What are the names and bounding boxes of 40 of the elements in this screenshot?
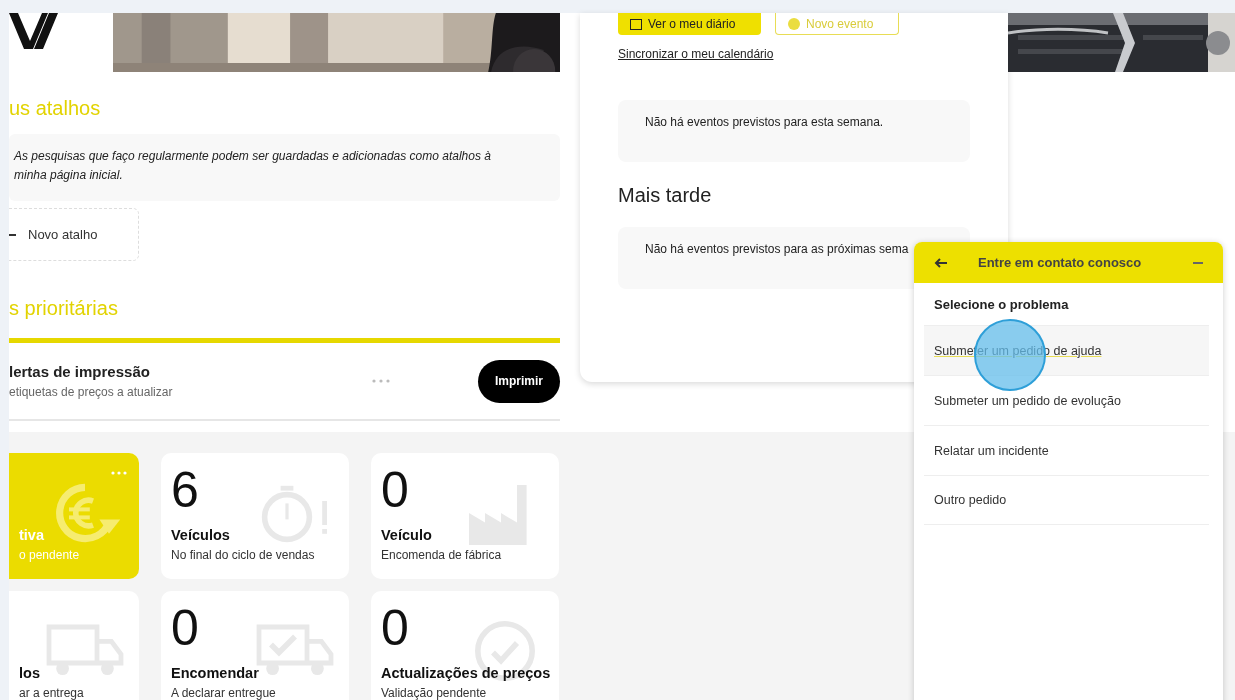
stat-count: 0 xyxy=(381,599,409,657)
problem-option[interactable]: Outro pedido xyxy=(924,475,1209,525)
stat-subtitle: No final do ciclo de vendas xyxy=(171,548,316,562)
panel-prompt: Selecione o problema xyxy=(933,296,1070,314)
alert-subtitle: etiquetas de preços a atualizar xyxy=(9,385,174,399)
stat-title: tiva xyxy=(19,527,45,543)
stat-count: 0 xyxy=(381,461,409,519)
empty-events-message: Não há eventos previstos para esta semana. xyxy=(618,100,970,162)
stat-count: 0 xyxy=(171,599,199,657)
minimize-icon[interactable] xyxy=(1193,261,1203,264)
stat-title: Veículo xyxy=(381,527,433,543)
stat-title: Veículos xyxy=(171,527,231,543)
stat-title: los xyxy=(19,665,41,681)
stat-subtitle: Validação pendente xyxy=(381,686,488,700)
alert-title: lertas de impressão xyxy=(9,363,151,380)
panel-title: Entre em contato conosco xyxy=(978,255,1143,270)
stat-subtitle: Encomenda de fábrica xyxy=(381,548,503,562)
section-heading: s prioritárias xyxy=(9,296,119,320)
stat-title: Actualizações de preços xyxy=(381,665,549,681)
stat-card[interactable]: 0 Encomendar A declarar entregue xyxy=(161,591,349,700)
stat-card[interactable]: los ar a entrega xyxy=(9,591,139,700)
sync-calendar-link[interactable]: Sincronizar o meu calendário xyxy=(618,47,774,61)
print-button[interactable]: Imprimir xyxy=(478,359,560,403)
diary-button[interactable]: Ver o meu diário xyxy=(618,13,761,35)
stat-subtitle: ar a entrega xyxy=(19,686,85,700)
calendar-icon xyxy=(630,18,642,30)
stat-card[interactable]: 0 Veículo Encomenda de fábrica xyxy=(371,453,559,579)
stat-card[interactable]: 6 Veículos No final do ciclo de vendas xyxy=(161,453,349,579)
later-heading: Mais tarde xyxy=(618,184,713,207)
new-shortcut-button[interactable]: Novo atalho xyxy=(9,208,139,261)
stat-card[interactable]: 0 Actualizações de preços Validação pendente xyxy=(371,591,559,700)
stat-subtitle: o pendente xyxy=(19,548,81,562)
stat-count: 6 xyxy=(171,461,199,519)
stat-subtitle: A declarar entregue xyxy=(171,686,277,700)
plus-circle-icon xyxy=(788,17,800,30)
stat-title: Encomendar xyxy=(171,665,260,681)
section-heading: us atalhos xyxy=(9,96,102,120)
info-text: As pesquisas que faço regularmente podem ser guardadas e adicionadas como atalhos à minha página inicial. xyxy=(9,134,560,201)
plus-icon xyxy=(9,233,16,236)
back-arrow-icon[interactable] xyxy=(934,257,948,268)
